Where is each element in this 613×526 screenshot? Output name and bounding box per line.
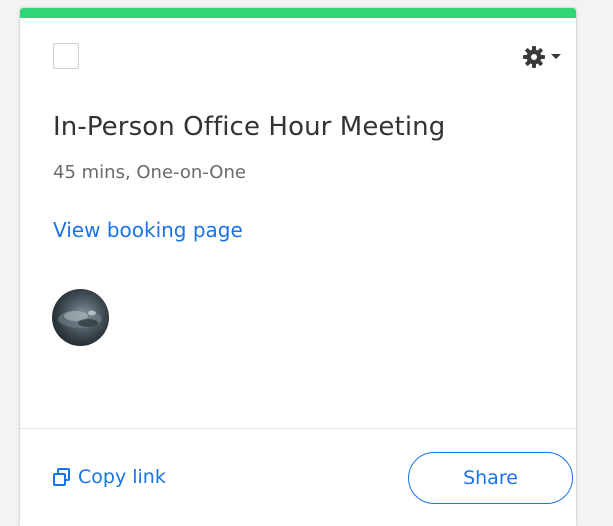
- share-button[interactable]: Share: [408, 452, 573, 504]
- event-title: In-Person Office Hour Meeting: [53, 112, 446, 142]
- copy-link-label: Copy link: [78, 466, 166, 488]
- select-checkbox[interactable]: [53, 43, 79, 69]
- event-type-card: In-Person Office Hour Meeting 45 mins, O…: [20, 8, 576, 526]
- footer-divider: [20, 428, 576, 429]
- view-booking-page-link[interactable]: View booking page: [53, 218, 243, 242]
- user-avatar: [52, 289, 109, 346]
- copy-link-button[interactable]: Copy link: [52, 466, 166, 488]
- event-color-bar: [20, 8, 576, 18]
- copy-icon: [52, 467, 72, 487]
- event-duration-type: 45 mins, One-on-One: [53, 162, 246, 183]
- gear-icon: [522, 45, 546, 69]
- caret-down-icon: [550, 53, 562, 61]
- settings-menu-button[interactable]: [522, 44, 570, 70]
